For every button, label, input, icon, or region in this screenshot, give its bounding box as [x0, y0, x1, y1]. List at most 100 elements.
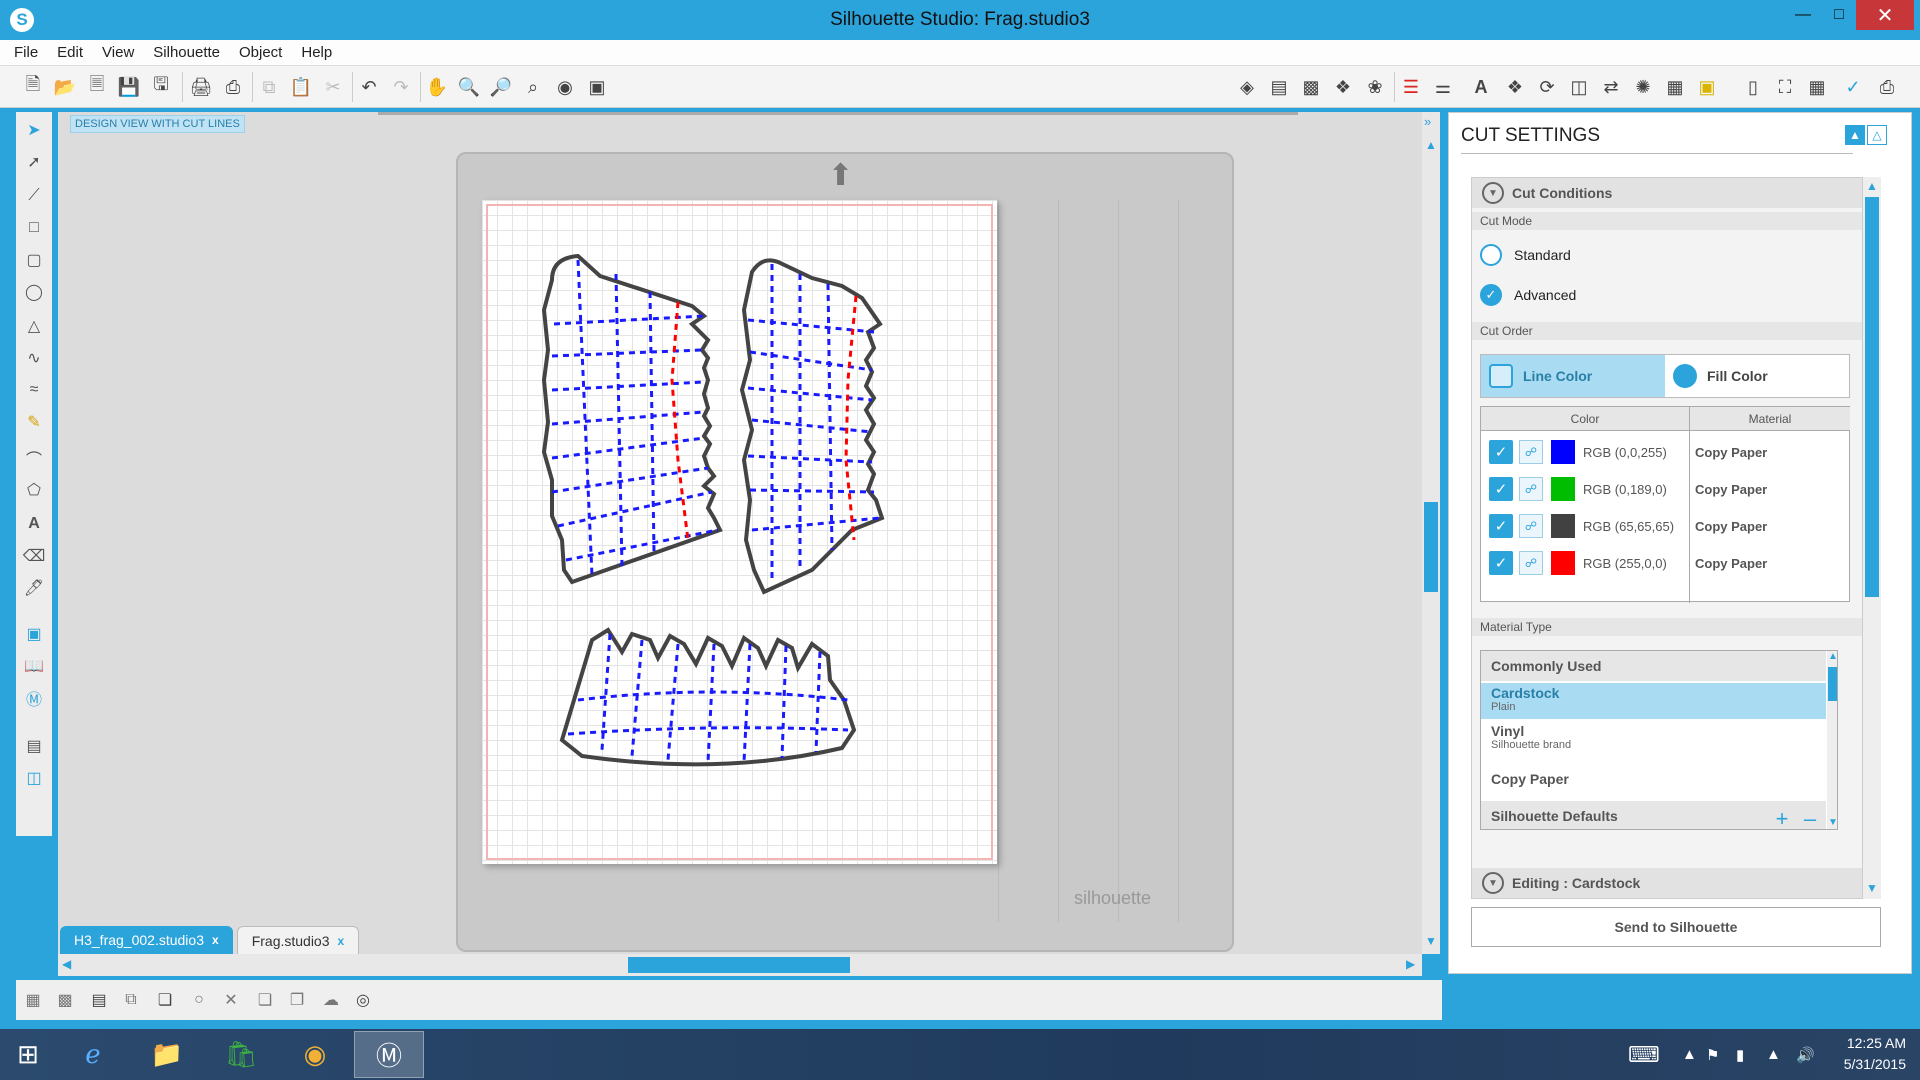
line-style-panel-icon[interactable]: ⚌: [1428, 72, 1458, 102]
shape-right-fragment[interactable]: [739, 258, 885, 595]
scroll-down-icon[interactable]: ▼: [1425, 934, 1437, 948]
radio-circle[interactable]: [1480, 244, 1502, 266]
line-color-panel-icon[interactable]: ☰: [1396, 72, 1426, 102]
material-list-scrollbar[interactable]: ▲ ▼: [1827, 651, 1837, 829]
zoom-out-icon[interactable]: 🔎: [486, 72, 516, 102]
replicate-icon[interactable]: ✺: [1628, 72, 1658, 102]
row-checkbox-icon[interactable]: ✓: [1489, 551, 1513, 575]
store-icon[interactable]: 🛍: [206, 1031, 276, 1078]
table-row[interactable]: ✓ ☍ RGB (0,189,0) Copy Paper: [1481, 474, 1851, 504]
collapse-panel-icon[interactable]: »: [1424, 114, 1431, 129]
refresh-icon[interactable]: ⟳: [1874, 984, 1894, 1013]
knife-tool-icon[interactable]: 🖊: [19, 574, 49, 602]
rectangle-tool-icon[interactable]: □: [19, 214, 49, 242]
drag-zoom-icon[interactable]: ◉: [550, 72, 580, 102]
link-icon[interactable]: ☍: [1519, 514, 1543, 538]
silhouette-studio-taskbar-icon[interactable]: Ⓜ: [354, 1031, 424, 1078]
registration-icon[interactable]: ⛶: [1770, 72, 1800, 102]
arc-tool-icon[interactable]: ⌒: [19, 444, 49, 472]
horizontal-scroll-thumb[interactable]: [628, 957, 850, 973]
offset-tool-icon[interactable]: ◎: [348, 986, 378, 1014]
internet-explorer-icon[interactable]: ℯ: [58, 1031, 128, 1078]
release-compound-icon[interactable]: ⧉: [116, 986, 146, 1014]
tab-frag[interactable]: Frag.studio3 x: [236, 926, 360, 954]
group-icon[interactable]: ▦: [18, 986, 48, 1014]
material-value[interactable]: Copy Paper: [1695, 519, 1767, 534]
scroll-down-icon[interactable]: ▼: [1866, 881, 1878, 895]
print-icon[interactable]: 🖨: [186, 72, 216, 102]
ellipse-tool-icon[interactable]: ◯: [19, 278, 49, 306]
new-file-icon[interactable]: 🗎: [18, 72, 48, 102]
fill-pattern-icon[interactable]: ▩: [1296, 72, 1326, 102]
delete-icon[interactable]: ✕: [216, 986, 246, 1014]
select-tool-icon[interactable]: ➤: [19, 116, 49, 144]
tray-expand-icon[interactable]: ▲: [1682, 1029, 1697, 1080]
menu-edit[interactable]: Edit: [57, 44, 83, 61]
material-category-common[interactable]: Commonly Used: [1481, 651, 1826, 681]
freehand-tool-icon[interactable]: ≈: [19, 376, 49, 404]
print-cut-icon[interactable]: ⎙: [218, 72, 248, 102]
silhouette-store-icon[interactable]: Ⓜ: [19, 684, 49, 712]
tab-close-icon[interactable]: x: [338, 934, 345, 948]
library-view-icon[interactable]: 📖: [19, 652, 49, 680]
tab-h3-frag[interactable]: H3_frag_002.studio3 x: [60, 926, 233, 954]
row-checkbox-icon[interactable]: ✓: [1489, 477, 1513, 501]
send-to-silhouette-button[interactable]: Send to Silhouette: [1471, 907, 1881, 947]
add-material-icon[interactable]: +: [1769, 806, 1795, 829]
remove-material-icon[interactable]: –: [1797, 806, 1823, 829]
pan-hand-icon[interactable]: ✋: [422, 72, 452, 102]
cut-icon[interactable]: ✂: [318, 72, 348, 102]
material-item-cardstock[interactable]: Cardstock Plain: [1481, 683, 1826, 719]
shape-left-fragment[interactable]: [541, 253, 723, 585]
menu-file[interactable]: File: [14, 44, 38, 61]
link-icon[interactable]: ☍: [1519, 440, 1543, 464]
polygon-tool-icon[interactable]: △: [19, 312, 49, 340]
material-value[interactable]: Copy Paper: [1695, 556, 1767, 571]
table-row[interactable]: ✓ ☍ RGB (255,0,0) Copy Paper: [1481, 548, 1851, 578]
canvas-vertical-scrollbar[interactable]: » ▲ ▼: [1422, 112, 1440, 954]
send-to-cutter-icon[interactable]: ⎙: [1872, 72, 1902, 102]
split-view-icon[interactable]: ◫: [19, 764, 49, 792]
battery-icon[interactable]: ▮: [1736, 1029, 1744, 1080]
save-as-icon[interactable]: 🖫: [146, 72, 176, 102]
move-icon[interactable]: ⇄: [1596, 72, 1626, 102]
canvas-horizontal-scrollbar[interactable]: ◀ ▶: [58, 954, 1422, 976]
send-to-back-icon[interactable]: ❐: [282, 986, 312, 1014]
design-page-icon[interactable]: ▣: [19, 620, 49, 648]
link-icon[interactable]: ☍: [1519, 551, 1543, 575]
fill-gradient-icon[interactable]: ▤: [1264, 72, 1294, 102]
text-tool-icon[interactable]: A: [19, 510, 49, 538]
line-tool-icon[interactable]: ⟋: [19, 182, 49, 210]
scroll-down-icon[interactable]: ▼: [1828, 817, 1837, 828]
windows-start-icon[interactable]: ⊞: [0, 1031, 56, 1078]
scroll-left-icon[interactable]: ◀: [62, 957, 71, 971]
order-line-color[interactable]: Line Color: [1481, 355, 1665, 397]
library-icon[interactable]: 🗏: [82, 72, 112, 102]
editing-material-header[interactable]: ▼ Editing : Cardstock: [1472, 868, 1862, 898]
network-icon[interactable]: ▲: [1766, 1029, 1781, 1080]
flag-icon[interactable]: ⚑: [1706, 1029, 1719, 1080]
vertical-scroll-thumb[interactable]: [1424, 502, 1438, 592]
scale-icon[interactable]: ◫: [1564, 72, 1594, 102]
table-row[interactable]: ✓ ☍ RGB (0,0,255) Copy Paper: [1481, 437, 1851, 467]
zoom-in-icon[interactable]: 🔍: [454, 72, 484, 102]
scroll-up-icon[interactable]: ▲: [1828, 651, 1837, 662]
page-setup-icon[interactable]: ▯: [1738, 72, 1768, 102]
table-row[interactable]: ✓ ☍ RGB (65,65,65) Copy Paper: [1481, 511, 1851, 541]
cut-settings-icon[interactable]: ✓: [1838, 72, 1868, 102]
menu-silhouette[interactable]: Silhouette: [153, 44, 220, 61]
radio-advanced[interactable]: ✓ Advanced: [1480, 284, 1576, 306]
radio-checked-icon[interactable]: ✓: [1480, 284, 1502, 306]
gear-icon[interactable]: ⚙: [1844, 984, 1866, 1013]
text-style-icon[interactable]: A: [1466, 72, 1496, 102]
smooth-freehand-tool-icon[interactable]: ✎: [19, 408, 49, 436]
modify-icon[interactable]: ▦: [1660, 72, 1690, 102]
design-canvas[interactable]: DESIGN VIEW WITH CUT LINES ⬆ silhouette …: [58, 112, 1422, 954]
scroll-up-icon[interactable]: ▲: [1425, 138, 1437, 152]
show-panel-icon[interactable]: ▤: [19, 732, 49, 760]
fill-color-icon[interactable]: ◈: [1232, 72, 1262, 102]
material-value[interactable]: Copy Paper: [1695, 482, 1767, 497]
transform-icon[interactable]: ❖: [1500, 72, 1530, 102]
tab-close-icon[interactable]: x: [212, 933, 219, 947]
material-item-copy-paper[interactable]: Copy Paper: [1481, 771, 1826, 795]
